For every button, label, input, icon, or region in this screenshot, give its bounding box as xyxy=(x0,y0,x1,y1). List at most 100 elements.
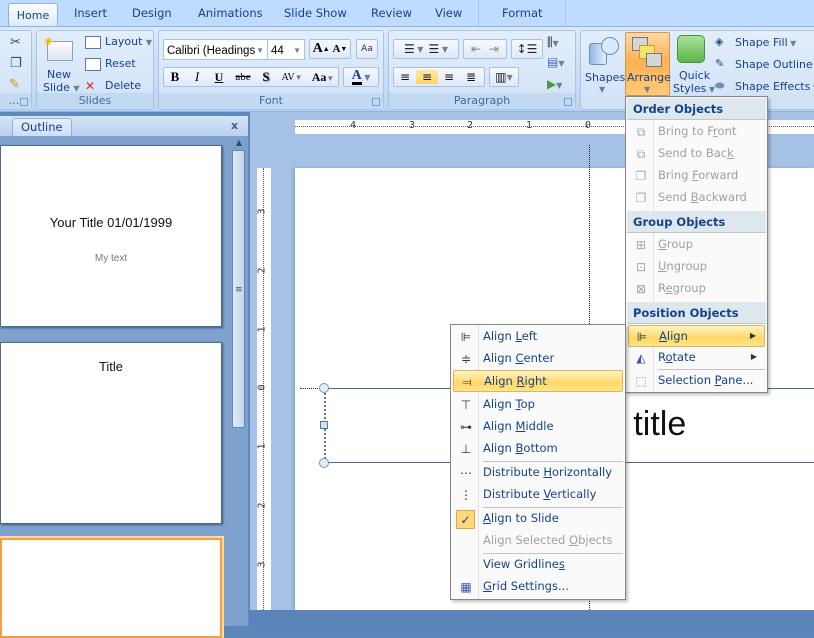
font-size-combo[interactable]: 44 ▼ xyxy=(267,39,305,60)
bullets-numbering-buttons[interactable]: ☰ ▼ ☰ ▼ xyxy=(393,39,459,59)
format-painter-icon[interactable]: ✎ xyxy=(9,77,20,92)
menu-item-bring-forward[interactable]: ❐ Bring Forward xyxy=(628,165,765,187)
resize-handle[interactable] xyxy=(320,421,328,429)
menu-item-align-center[interactable]: ≑ Align Center xyxy=(453,348,623,370)
thumbnail-title: Your Title 01/01/1999 xyxy=(49,215,173,230)
ruler-label: 2 xyxy=(256,267,268,274)
menu-item-group[interactable]: ⊞ Group xyxy=(628,234,765,256)
shape-outline-button[interactable]: Shape Outline ▼ xyxy=(735,58,814,71)
shape-effects-button[interactable]: Shape Effects ▼ xyxy=(735,80,814,93)
cut-icon[interactable]: ✂ xyxy=(10,35,21,50)
dialog-launcher[interactable] xyxy=(372,98,380,106)
menu-item-distribute-horizontally[interactable]: ⋯ Distribute Horizontally xyxy=(453,462,623,484)
menu-item-send-backward[interactable]: ❐ Send Backward xyxy=(628,187,765,209)
menu-item-view-gridlines[interactable]: View Gridlines xyxy=(453,554,623,576)
scroll-up-arrow-icon[interactable]: ▲ xyxy=(232,138,246,150)
slide-thumbnail[interactable]: Your Title 01/01/1999 My text xyxy=(0,145,222,327)
font-name-combo[interactable]: Calibri (Headings ▼ xyxy=(163,39,268,60)
menu-item-align-bottom[interactable]: ⊥ Align Bottom xyxy=(453,438,623,460)
numbering-icon[interactable]: ☰ xyxy=(429,42,440,56)
font-color-button[interactable]: A ▼ xyxy=(343,67,379,87)
menu-item-align[interactable]: ⊫ Align ▶ xyxy=(628,325,765,347)
quick-styles-button[interactable]: Styles ▼ xyxy=(673,82,715,95)
menu-item-align-right[interactable]: ⫤ Align Right xyxy=(453,370,623,392)
reset-button[interactable]: Reset xyxy=(105,57,136,70)
menu-item-selection-pane[interactable]: ⬚ Selection Pane... xyxy=(628,370,765,392)
dialog-launcher[interactable] xyxy=(564,98,572,106)
justify-icon[interactable]: ≣ xyxy=(460,70,482,84)
italic-button[interactable]: I xyxy=(186,69,208,85)
slide-thumbnail-selected[interactable] xyxy=(0,538,222,638)
menu-item-regroup[interactable]: ⊠ Regroup xyxy=(628,278,765,300)
columns-button[interactable]: ▥ ▼ xyxy=(489,67,519,87)
tab-insert[interactable]: Insert xyxy=(74,6,107,20)
copy-icon[interactable]: ❐ xyxy=(10,56,22,71)
tab-review[interactable]: Review xyxy=(371,6,412,20)
tab-home[interactable]: Home xyxy=(8,3,58,28)
text-direction-icon[interactable]: ⫼▼ xyxy=(547,35,559,50)
resize-handle[interactable] xyxy=(319,383,329,393)
shapes-button[interactable]: Shapes xyxy=(585,71,625,84)
menu-item-ungroup[interactable]: ⊡ Ungroup xyxy=(628,256,765,278)
label: ertically xyxy=(550,487,597,501)
menu-item-grid-settings[interactable]: ▦ Grid Settings... xyxy=(453,576,623,598)
menu-item-align-to-slide[interactable]: ✓ Align to Slide xyxy=(453,508,623,530)
shape-fill-button[interactable]: Shape Fill ▼ xyxy=(735,36,796,49)
arrange-button[interactable]: Arrange ▼ xyxy=(625,32,671,96)
scrollbar-thumb[interactable]: ≡ xyxy=(232,150,245,428)
shrink-font-icon[interactable]: A xyxy=(332,43,340,55)
close-pane-button[interactable]: x xyxy=(231,119,238,132)
new-slide-button[interactable]: ✷ xyxy=(43,35,75,65)
bullets-icon[interactable]: ☰ xyxy=(404,42,415,56)
tab-animations[interactable]: Animations xyxy=(198,6,263,20)
strikethrough-button[interactable]: abe xyxy=(230,71,256,83)
label: Selection xyxy=(658,373,715,387)
layout-button[interactable]: Layout ▼ xyxy=(105,35,152,48)
tab-format[interactable]: Format xyxy=(502,6,543,20)
slide-thumbnail[interactable]: Title xyxy=(0,342,222,524)
mnemonic: M xyxy=(515,419,526,433)
grow-shrink-font-buttons[interactable]: A ▲ A ▼ xyxy=(309,39,351,59)
underline-button[interactable]: U xyxy=(208,70,230,85)
decrease-indent-icon[interactable]: ⇤ xyxy=(471,42,481,56)
align-text-left-icon[interactable]: ≡ xyxy=(394,70,416,84)
indent-buttons[interactable]: ⇤ ⇥ xyxy=(463,39,507,59)
quick-styles-label[interactable]: Quick xyxy=(679,69,710,82)
menu-item-align-selected-objects[interactable]: Align Selected Objects xyxy=(453,530,623,552)
clear-formatting-icon[interactable]: Aa xyxy=(356,39,378,59)
delete-button[interactable]: Delete xyxy=(105,79,141,92)
menu-item-distribute-vertically[interactable]: ⋮ Distribute Vertically xyxy=(453,484,623,506)
menu-item-send-to-back[interactable]: ⧉ Send to Back xyxy=(628,143,765,165)
change-case-button[interactable]: Aa▼ xyxy=(308,70,338,85)
font-color-icon: A xyxy=(351,68,362,85)
character-spacing-button[interactable]: AV▼ xyxy=(276,72,308,83)
tab-design[interactable]: Design xyxy=(132,6,172,20)
smartart-icon[interactable]: ▶▼ xyxy=(547,77,562,91)
menu-item-rotate[interactable]: ◭ Rotate ▶ xyxy=(628,347,765,369)
shape-effects-icon: ⬬ xyxy=(715,79,725,92)
menu-item-align-top[interactable]: ⊤ Align Top xyxy=(453,394,623,416)
bold-button[interactable]: B xyxy=(164,69,186,85)
menu-item-align-middle[interactable]: ⊶ Align Middle xyxy=(453,416,623,438)
group-slides: ✷ New Slide ▼ Layout ▼ Reset ✕ Delete Sl… xyxy=(36,30,154,110)
label: roup xyxy=(666,237,694,251)
grow-font-icon[interactable]: A xyxy=(313,41,323,57)
tab-slide-show[interactable]: Slide Show xyxy=(284,6,347,20)
label: Send xyxy=(658,190,691,204)
center-text-icon[interactable]: ≡ xyxy=(416,70,438,84)
resize-handle[interactable] xyxy=(319,458,329,468)
align-text-right-icon[interactable]: ≡ xyxy=(438,70,460,84)
align-text-icon[interactable]: ▤▼ xyxy=(547,55,565,69)
tab-outline[interactable]: Outline xyxy=(12,118,72,136)
grid-icon: ▦ xyxy=(460,580,472,594)
shapes-dropdown-icon[interactable]: ▼ xyxy=(599,85,605,94)
dialog-launcher[interactable] xyxy=(20,98,28,106)
tab-view[interactable]: View xyxy=(435,6,462,20)
shadow-button[interactable]: S xyxy=(256,69,276,85)
menu-item-bring-to-front[interactable]: ⧉ Bring to Front xyxy=(628,121,765,143)
increase-indent-icon[interactable]: ⇥ xyxy=(489,42,499,56)
mnemonic: H xyxy=(543,465,552,479)
line-spacing-button[interactable]: ↕☰ xyxy=(511,39,543,59)
menu-item-align-left[interactable]: ⊫ Align Left xyxy=(453,326,623,348)
new-slide-label[interactable]: New xyxy=(47,68,71,81)
